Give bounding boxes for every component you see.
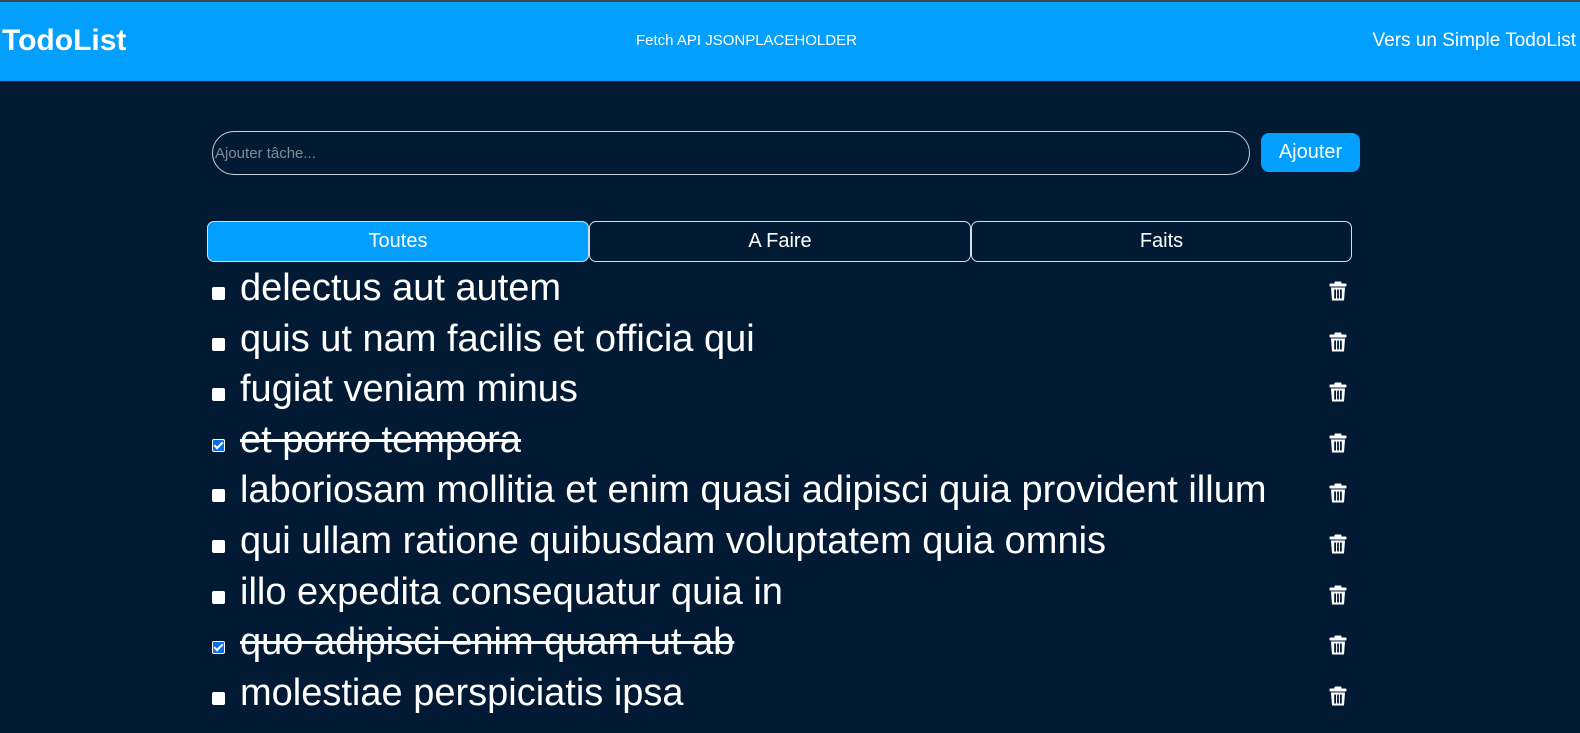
- add-task-input[interactable]: [212, 131, 1250, 175]
- add-task-button[interactable]: Ajouter: [1261, 133, 1360, 172]
- todo-item: quo adipisci enim quam ut ab: [0, 617, 1580, 668]
- todo-checkbox[interactable]: [212, 539, 225, 553]
- todo-title: quis ut nam facilis et officia qui: [240, 317, 755, 360]
- todo-checkbox[interactable]: [212, 438, 225, 452]
- todo-item: fugiat veniam minus: [0, 364, 1580, 415]
- todo-title: laboriosam mollitia et enim quasi adipis…: [240, 469, 1267, 512]
- tab-done[interactable]: Faits: [971, 221, 1352, 262]
- todo-item: illo expedita consequatur quia in: [0, 567, 1580, 618]
- todo-checkbox[interactable]: [212, 388, 225, 402]
- todo-title: illo expedita consequatur quia in: [240, 570, 783, 613]
- todo-list: delectus aut autem quis ut nam facilis et…: [0, 263, 1580, 718]
- todo-checkbox[interactable]: [212, 691, 225, 705]
- todo-title: et porro tempora: [240, 418, 521, 461]
- trash-icon[interactable]: [1329, 585, 1347, 605]
- todo-checkbox[interactable]: [212, 641, 225, 655]
- tab-todo[interactable]: A Faire: [589, 221, 971, 262]
- navbar: TodoList Fetch API JSONPLACEHOLDER Vers …: [0, 2, 1580, 81]
- simple-todolist-link[interactable]: Vers un Simple TodoList: [1373, 30, 1577, 52]
- navbar-subtitle: Fetch API JSONPLACEHOLDER: [636, 32, 857, 49]
- trash-icon[interactable]: [1329, 332, 1347, 352]
- tab-all[interactable]: Toutes: [207, 221, 589, 262]
- trash-icon[interactable]: [1329, 635, 1347, 655]
- todo-item: qui ullam ratione quibusdam voluptatem q…: [0, 516, 1580, 567]
- trash-icon[interactable]: [1329, 686, 1347, 706]
- trash-icon[interactable]: [1329, 483, 1347, 503]
- brand-title: TodoList: [2, 24, 127, 57]
- todo-title: quo adipisci enim quam ut ab: [240, 621, 735, 664]
- todo-item: delectus aut autem: [0, 263, 1580, 314]
- todo-item: laboriosam mollitia et enim quasi adipis…: [0, 465, 1580, 516]
- todo-item: molestiae perspiciatis ipsa: [0, 668, 1580, 719]
- trash-icon[interactable]: [1329, 382, 1347, 402]
- todo-title: delectus aut autem: [240, 267, 562, 309]
- todo-checkbox[interactable]: [212, 337, 225, 351]
- todo-item: et porro tempora: [0, 415, 1580, 466]
- trash-icon[interactable]: [1329, 281, 1347, 301]
- todo-title: qui ullam ratione quibusdam voluptatem q…: [240, 519, 1107, 562]
- todo-checkbox[interactable]: [212, 287, 225, 300]
- todo-checkbox[interactable]: [212, 489, 225, 503]
- todo-item: quis ut nam facilis et officia qui: [0, 314, 1580, 365]
- trash-icon[interactable]: [1329, 534, 1347, 554]
- todo-title: fugiat veniam minus: [240, 368, 578, 411]
- trash-icon[interactable]: [1329, 433, 1347, 453]
- todo-checkbox[interactable]: [212, 590, 225, 604]
- todo-title: molestiae perspiciatis ipsa: [240, 671, 684, 714]
